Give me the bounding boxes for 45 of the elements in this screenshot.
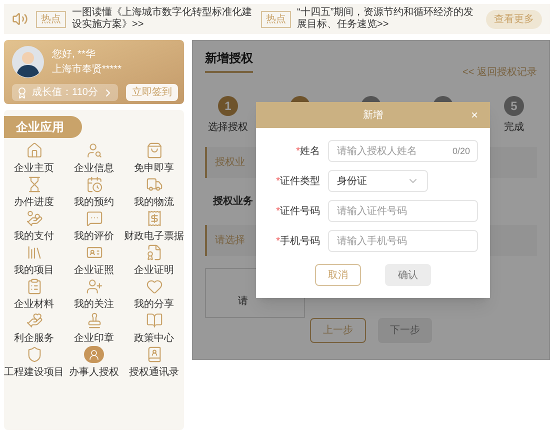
- app-item[interactable]: 企业证照: [64, 244, 124, 278]
- app-item[interactable]: 企业主页: [4, 142, 64, 176]
- app-item[interactable]: 企业材料: [4, 278, 64, 312]
- app-item[interactable]: 企业信息: [64, 142, 124, 176]
- step-number: 5: [504, 96, 524, 116]
- field-label: 授权业务: [213, 194, 253, 209]
- apps-title: 企业应用: [4, 116, 82, 138]
- app-item[interactable]: 利企服务: [4, 312, 64, 346]
- greeting-text: 您好, **华: [52, 48, 96, 62]
- region-text: 上海市奉贤*****: [52, 62, 122, 77]
- app-item[interactable]: 授权通讯录: [124, 346, 184, 380]
- step-number: 1: [218, 96, 238, 116]
- field-label: *姓名: [295, 144, 320, 158]
- speaker-icon: [12, 11, 28, 27]
- hot-tag: 热点: [36, 10, 66, 28]
- app-item[interactable]: 我的预约: [64, 176, 124, 210]
- news-link[interactable]: 一图读懂《上海城市数字化转型标准化建设实施方案》>>: [72, 7, 253, 31]
- field-label: *手机号码: [275, 234, 320, 248]
- app-item[interactable]: 我的支付: [4, 210, 64, 244]
- page-title: 新增授权: [205, 49, 253, 73]
- app-item[interactable]: 办件进度: [4, 176, 64, 210]
- app-item[interactable]: 我的分享: [124, 278, 184, 312]
- app-item[interactable]: 我的物流: [124, 176, 184, 210]
- char-counter: 0/20: [452, 145, 470, 157]
- app-item[interactable]: 企业证明: [124, 244, 184, 278]
- app-item[interactable]: 我的项目: [4, 244, 64, 278]
- app-item[interactable]: 工程建设项目: [4, 346, 64, 380]
- hot-tag: 热点: [261, 10, 291, 28]
- app-item[interactable]: 我的评价: [64, 210, 124, 244]
- dialog-title: 新增: [363, 108, 383, 122]
- app-item[interactable]: 办事人授权: [64, 346, 124, 380]
- input-field[interactable]: 请输入手机号码: [328, 230, 478, 252]
- app-item[interactable]: 企业印章: [64, 312, 124, 346]
- select-field[interactable]: 身份证: [328, 170, 428, 192]
- app-item[interactable]: 政策中心: [124, 312, 184, 346]
- medal-icon: [16, 86, 28, 98]
- app-item[interactable]: 我的关注: [64, 278, 124, 312]
- step-label: 选择授权: [208, 120, 248, 135]
- app-item[interactable]: 免申即享: [124, 142, 184, 176]
- news-link[interactable]: “十四五”期间，资源节约和循环经济的发展目标、任务速览>>: [297, 7, 478, 31]
- avatar-icon: [12, 46, 44, 78]
- field-label: *证件号码: [275, 204, 320, 218]
- input-field[interactable]: 请输入证件号码: [328, 200, 478, 222]
- step-label: 完成: [504, 120, 524, 135]
- app-item[interactable]: 财政电子票据: [124, 210, 184, 244]
